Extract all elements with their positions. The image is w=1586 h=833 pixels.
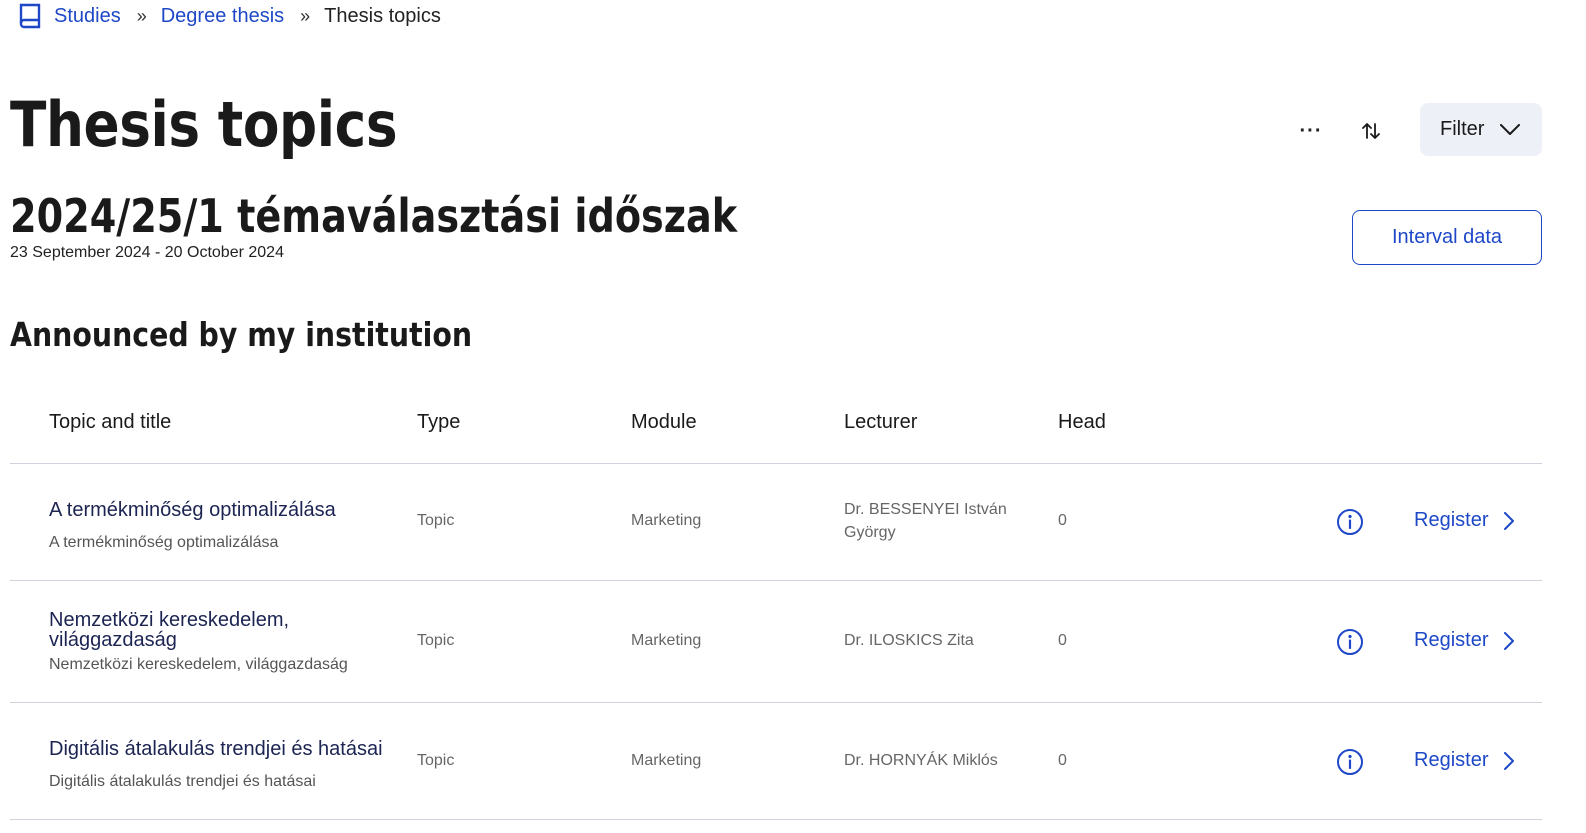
- breadcrumb-separator: »: [136, 5, 147, 26]
- filter-button[interactable]: Filter: [1420, 103, 1542, 156]
- info-icon[interactable]: [1336, 748, 1364, 776]
- topic-title-link[interactable]: Nemzetközi kereskedelem, világgazdaság: [49, 610, 349, 650]
- topic-subtitle: A termékminőség optimalizálása: [49, 534, 279, 551]
- register-button[interactable]: Register: [1414, 629, 1515, 652]
- sort-arrows-icon: [1362, 123, 1380, 139]
- chevron-right-icon: [1504, 751, 1515, 770]
- topic-head: 0: [1058, 512, 1067, 529]
- topic-title-link[interactable]: Digitális átalakulás trendjei és hatásai: [49, 739, 383, 759]
- topic-module: Marketing: [631, 632, 702, 649]
- register-label: Register: [1414, 749, 1489, 771]
- topic-module: Marketing: [631, 512, 702, 529]
- filter-label: Filter: [1440, 118, 1485, 140]
- topic-subtitle: Digitális átalakulás trendjei és hatásai: [49, 773, 316, 790]
- topic-head: 0: [1058, 752, 1067, 769]
- row-divider: [10, 819, 1542, 820]
- column-header-module: Module: [631, 411, 697, 433]
- topic-type: Topic: [417, 512, 455, 529]
- column-header-topic: Topic and title: [49, 411, 172, 433]
- breadcrumb-separator: »: [300, 5, 311, 26]
- table-row: Nemzetközi kereskedelem, világgazdaság N…: [0, 581, 1586, 702]
- column-header-type: Type: [417, 411, 461, 433]
- register-button[interactable]: Register: [1414, 749, 1515, 772]
- book-icon: [19, 3, 41, 29]
- breadcrumb: Studies » Degree thesis » Thesis topics: [18, 2, 441, 30]
- page-title: Thesis topics: [10, 88, 398, 161]
- column-header-head: Head: [1058, 411, 1106, 433]
- interval-data-button[interactable]: Interval data: [1352, 210, 1542, 265]
- info-icon[interactable]: [1336, 508, 1364, 536]
- register-button[interactable]: Register: [1414, 509, 1515, 532]
- topic-type: Topic: [417, 632, 455, 649]
- column-header-lecturer: Lecturer: [844, 411, 918, 433]
- register-label: Register: [1414, 629, 1489, 651]
- topic-head: 0: [1058, 632, 1067, 649]
- topic-type: Topic: [417, 752, 455, 769]
- register-label: Register: [1414, 509, 1489, 531]
- breadcrumb-degree-thesis-link[interactable]: Degree thesis: [161, 5, 284, 28]
- chevron-down-icon: [1500, 123, 1521, 135]
- info-icon[interactable]: [1336, 628, 1364, 656]
- table-row: A termékminőség optimalizálása A termékm…: [0, 464, 1586, 580]
- period-dates: 23 September 2024 - 20 October 2024: [10, 244, 284, 261]
- topic-lecturer: Dr. BESSENYEI István György: [844, 501, 1007, 541]
- table-row: Digitális átalakulás trendjei és hatásai…: [0, 703, 1586, 819]
- section-title: Announced by my institution: [10, 315, 473, 354]
- breadcrumb-current: Thesis topics: [324, 4, 441, 27]
- topic-lecturer: Dr. HORNYÁK Miklós: [844, 752, 998, 769]
- period-title: 2024/25/1 témaválasztási időszak: [10, 189, 738, 243]
- topic-title-link[interactable]: A termékminőség optimalizálása: [49, 500, 336, 520]
- more-options-button[interactable]: ···: [1292, 112, 1330, 150]
- topic-lecturer: Dr. ILOSKICS Zita: [844, 632, 974, 649]
- topic-subtitle: Nemzetközi kereskedelem, világgazdaság: [49, 656, 348, 673]
- chevron-right-icon: [1504, 631, 1515, 650]
- breadcrumb-studies-link[interactable]: Studies: [54, 5, 121, 28]
- chevron-right-icon: [1504, 511, 1515, 530]
- topic-module: Marketing: [631, 752, 702, 769]
- sort-button[interactable]: [1352, 112, 1390, 150]
